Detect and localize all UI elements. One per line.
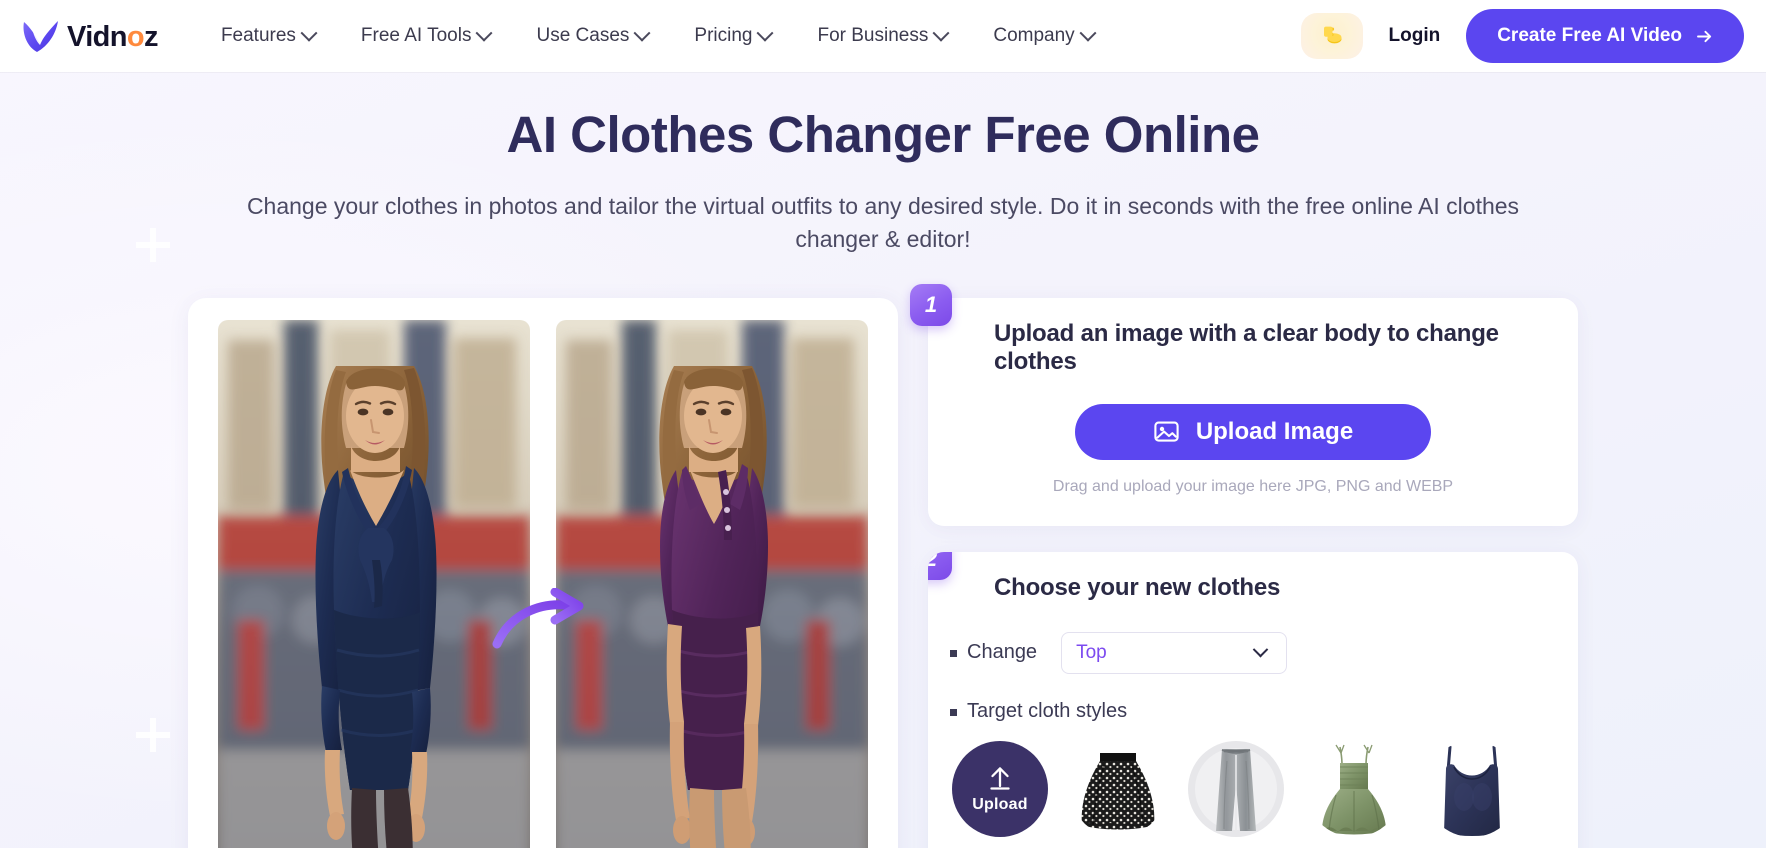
chevron-down-icon xyxy=(756,24,774,42)
step-1-title: Upload an image with a clear body to cha… xyxy=(994,319,1499,375)
vidnoz-logo[interactable]: Vidnoz xyxy=(20,16,159,56)
nav-label: Features xyxy=(220,25,296,46)
page-subtitle: Change your clothes in photos and tailor… xyxy=(246,193,1520,252)
nav-item-use-cases[interactable]: Use Cases xyxy=(513,15,671,57)
logo-wordmark: Vidnoz xyxy=(67,20,159,53)
vidnoz-v-logo-icon xyxy=(20,16,62,56)
style-thumbnail-black-floral-skirt[interactable] xyxy=(1070,740,1166,837)
nav-item-features[interactable]: Features xyxy=(198,15,338,57)
style-upload-label: Upload xyxy=(972,795,1028,813)
step-2-card: 2 Choose your new clothes Change Top Tar… xyxy=(928,551,1578,848)
arrow-right-icon xyxy=(1696,28,1713,45)
decorative-plus-left-bottom xyxy=(136,718,170,752)
style-thumbnail-green-ruffle-dress[interactable] xyxy=(1306,740,1402,837)
page-title: AI Clothes Changer Free Online xyxy=(506,106,1260,163)
page-root: Vidnoz Features Free AI Tools Use Cases … xyxy=(0,0,1766,848)
main-content: 1 Upload an image with a clear body to c… xyxy=(188,256,1578,848)
upload-image-label: Upload Image xyxy=(1195,417,1354,445)
preview-card xyxy=(188,297,898,848)
change-clothing-part-select[interactable]: Top xyxy=(1061,631,1288,674)
coins-badge[interactable] xyxy=(1300,13,1363,59)
before-photo xyxy=(218,319,530,848)
nav-item-pricing[interactable]: Pricing xyxy=(671,15,794,57)
nav-label: Free AI Tools xyxy=(360,25,472,46)
steps-column: 1 Upload an image with a clear body to c… xyxy=(910,283,1578,848)
chevron-down-icon xyxy=(300,24,318,42)
nav-item-company[interactable]: Company xyxy=(970,15,1116,57)
nav-label: For Business xyxy=(817,25,929,46)
create-free-ai-video-button[interactable]: Create Free AI Video xyxy=(1466,9,1744,63)
style-upload-thumbnail[interactable]: Upload xyxy=(952,740,1048,837)
chevron-down-icon xyxy=(475,24,493,42)
upload-hint-text: Drag and upload your image here JPG, PNG… xyxy=(1052,477,1454,495)
nav-label: Pricing xyxy=(694,25,753,46)
cta-label: Create Free AI Video xyxy=(1497,25,1682,46)
chevron-down-icon xyxy=(633,24,651,42)
style-thumbnail-navy-camisole-top[interactable] xyxy=(1424,740,1520,837)
change-select-value: Top xyxy=(1076,641,1107,663)
style-thumbnail-gray-wide-leg-jeans[interactable] xyxy=(1188,740,1284,837)
coins-icon xyxy=(1319,22,1345,51)
after-photo xyxy=(556,319,868,848)
style-thumbnail-list: Upload xyxy=(928,723,1578,837)
target-cloth-styles-row: Target cloth styles xyxy=(928,674,1578,723)
chevron-down-icon xyxy=(932,24,950,42)
before-after-comparison xyxy=(210,319,876,848)
chevron-down-icon xyxy=(1252,641,1269,658)
target-cloth-styles-label: Target cloth styles xyxy=(950,700,1578,723)
step-2-badge: 2 xyxy=(928,551,952,580)
nav-label: Company xyxy=(993,25,1075,46)
site-header: Vidnoz Features Free AI Tools Use Cases … xyxy=(0,0,1766,72)
login-link[interactable]: Login xyxy=(1385,19,1445,53)
upload-image-button[interactable]: Upload Image xyxy=(1075,403,1431,460)
change-field-row: Change Top xyxy=(928,602,1578,674)
hero-section: AI Clothes Changer Free Online Change yo… xyxy=(0,72,1766,256)
chevron-down-icon xyxy=(1079,24,1097,42)
step-1-badge: 1 xyxy=(910,283,952,326)
main-navigation: Features Free AI Tools Use Cases Pricing… xyxy=(198,15,1117,57)
upload-arrow-icon xyxy=(986,764,1014,792)
step-1-card: 1 Upload an image with a clear body to c… xyxy=(910,283,1578,526)
image-icon xyxy=(1153,418,1180,445)
step-2-title: Choose your new clothes xyxy=(994,573,1281,601)
header-actions: Login Create Free AI Video xyxy=(1300,9,1744,63)
change-label: Change xyxy=(950,641,1037,664)
nav-label: Use Cases xyxy=(536,25,630,46)
nav-item-for-business[interactable]: For Business xyxy=(794,15,970,57)
nav-item-free-ai-tools[interactable]: Free AI Tools xyxy=(338,15,514,57)
